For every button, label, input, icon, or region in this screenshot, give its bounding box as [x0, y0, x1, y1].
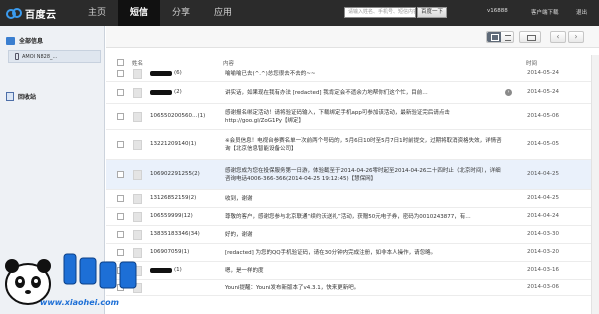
message-time: 2014-04-24 [527, 213, 559, 219]
search-input[interactable]: 请输入姓名、手机号、短信内容搜索 [344, 7, 416, 18]
contact-avatar [133, 230, 142, 240]
row-checkbox[interactable] [117, 195, 124, 202]
row-checkbox[interactable] [117, 89, 124, 96]
contact-name: 106559999(12) [150, 213, 193, 219]
device-label: AMOI N828_... [22, 53, 58, 60]
baidu-cloud-logo[interactable]: 百度云 [6, 5, 57, 21]
contact-avatar [133, 69, 142, 79]
sidebar-item-label: 全部信息 [19, 38, 44, 45]
sidebar-item-label: 回收站 [18, 94, 37, 101]
client-download-link[interactable]: 客户端下载 [531, 8, 559, 16]
message-time: 2014-03-06 [527, 284, 559, 290]
table-row[interactable]: 106902291255(2) 感谢您成为您在投保服务第一日游，体验截至于2014… [106, 160, 599, 190]
list-view-icon[interactable] [501, 32, 515, 42]
message-toolbar: ‹ › [106, 26, 599, 48]
conversation-view-icon[interactable] [487, 32, 501, 42]
contact-avatar [133, 170, 142, 180]
contact-name: 13221209140(1) [150, 141, 197, 147]
contact-name: (6) [174, 70, 182, 76]
message-content[interactable]: 感谢报名绑定活动！请将验证码输入，下载绑定手机app可参加该活动，最新验证完后请… [225, 109, 505, 125]
logout-link[interactable]: 退出 [576, 8, 587, 16]
contact-name: (2) [174, 89, 182, 95]
cloud-logo-icon [6, 6, 22, 20]
contact-avatar [133, 140, 142, 150]
message-time: 2014-03-16 [527, 267, 559, 273]
contact-avatar [133, 88, 142, 98]
nav-share[interactable]: 分享 [160, 0, 202, 26]
contact-name: 13835183346(34) [150, 231, 200, 237]
message-content[interactable]: 喻喻喻已去(^.^)总您很去不去的~~ [225, 70, 505, 78]
prev-page-button[interactable]: ‹ [550, 31, 566, 43]
logo-text: 百度云 [25, 9, 57, 21]
message-content[interactable]: 尊敬的客户，感谢您参与北京联通“续约沃送礼”活动，获赠50元电子券，密码为001… [225, 213, 505, 221]
contact-avatar [133, 112, 142, 122]
sidebar-item-all-messages[interactable]: 全部信息 [6, 36, 43, 45]
message-time: 2014-05-06 [527, 113, 559, 119]
message-content[interactable]: [redacted] 为您的QQ手机验证码，请在30分钟内完成注册，如非本人操作… [225, 249, 505, 257]
message-time: 2014-03-20 [527, 249, 559, 255]
message-time: 2014-03-30 [527, 231, 559, 237]
nav-apps[interactable]: 应用 [202, 0, 244, 26]
redacted-name [150, 90, 172, 95]
row-checkbox[interactable] [117, 213, 124, 220]
table-row[interactable]: 106559999(12) 尊敬的客户，感谢您参与北京联通“续约沃送礼”活动，获赠… [106, 208, 599, 226]
row-checkbox[interactable] [117, 231, 124, 238]
contact-name: 13126852159(2) [150, 195, 197, 201]
message-content[interactable]: ※会员信息！电视台参赛名单一次前两个号码的，5月6日10时至5月7日1时前提交，… [225, 137, 505, 153]
message-content[interactable]: Youni提醒：Youni发布新版本了v4.3.1，快来更新吧。 [225, 284, 505, 292]
redacted-name [150, 71, 172, 76]
row-checkbox[interactable] [117, 113, 124, 120]
view-toggle[interactable] [486, 31, 514, 43]
table-row[interactable]: 13221209140(1) ※会员信息！电视台参赛名单一次前两个号码的，5月6日… [106, 130, 599, 160]
chevron-left-icon: ‹ [556, 32, 560, 41]
table-row[interactable]: (6) 喻喻喻已去(^.^)总您很去不去的~~ 2014-05-24 [106, 66, 599, 82]
message-content[interactable]: 讲实话，如果现在我有办法 [redacted] 我肯定会不遗余力地帮你们这个忙，… [225, 89, 505, 97]
row-checkbox[interactable] [117, 70, 124, 77]
watermark-site: www.xiaohei.com [40, 298, 119, 307]
next-page-button[interactable]: › [568, 31, 584, 43]
trash-icon [6, 92, 14, 101]
message-content[interactable]: 嗯，是一样的度 [225, 267, 505, 275]
contact-avatar [133, 194, 142, 204]
message-content[interactable]: 好的，谢谢 [225, 231, 505, 239]
message-time: 2014-04-25 [527, 171, 559, 177]
table-row[interactable]: (2) 讲实话，如果现在我有办法 [redacted] 我肯定会不遗余力地帮你们这… [106, 82, 599, 104]
contact-name: 106902291255(2) [150, 171, 200, 177]
top-navigation-bar: 百度云 主页 短信 分享 应用 请输入姓名、手机号、短信内容搜索 百度一下 v1… [0, 0, 599, 26]
message-time: 2014-05-24 [527, 89, 559, 95]
nav-sms[interactable]: 短信 [118, 0, 161, 26]
sidebar-item-device[interactable]: AMOI N828_... [8, 50, 101, 63]
more-options-icon[interactable]: › [505, 89, 512, 96]
watermark: www.xiaohei.com [0, 240, 200, 314]
contact-name: 106550200560…(1) [150, 113, 206, 119]
sidebar-item-trash[interactable]: 回收站 [6, 92, 36, 101]
contact-avatar [133, 212, 142, 222]
scrollbar[interactable] [591, 55, 599, 314]
message-folder-icon [6, 36, 15, 45]
message-time: 2014-05-05 [527, 141, 559, 147]
search-button[interactable]: 百度一下 [417, 7, 447, 18]
main-nav: 主页 短信 分享 应用 [76, 0, 244, 26]
message-time: 2014-04-25 [527, 195, 559, 201]
phone-icon [15, 53, 19, 60]
table-row[interactable]: 13126852159(2) 收到，谢谢 2014-04-25 [106, 190, 599, 208]
nav-home[interactable]: 主页 [76, 0, 118, 26]
message-content[interactable]: 感谢您成为您在投保服务第一日游，体验截至于2014-04-26零时起至2014-… [225, 167, 505, 183]
row-checkbox[interactable] [117, 141, 124, 148]
chevron-right-icon: › [574, 32, 578, 41]
table-row[interactable]: 106550200560…(1) 感谢报名绑定活动！请将验证码输入，下载绑定手机a… [106, 104, 599, 130]
select-all-checkbox[interactable] [117, 59, 124, 66]
new-message-button[interactable] [519, 31, 541, 43]
message-content[interactable]: 收到，谢谢 [225, 195, 505, 203]
user-menu[interactable]: v16888 [487, 8, 508, 14]
row-checkbox[interactable] [117, 171, 124, 178]
message-time: 2014-05-24 [527, 70, 559, 76]
